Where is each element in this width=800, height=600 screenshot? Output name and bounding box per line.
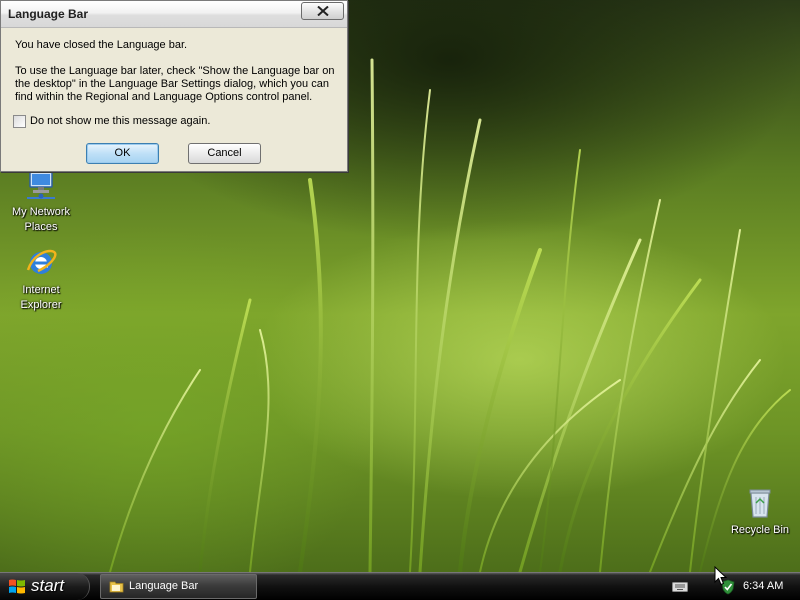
close-icon: [317, 6, 329, 16]
dialog-body: You have closed the Language bar. To use…: [15, 39, 341, 104]
desktop[interactable]: My Network Places Internet Explorer Recy…: [0, 0, 800, 572]
ok-button[interactable]: OK: [86, 143, 159, 164]
network-places-icon: [27, 171, 55, 199]
dialog-titlebar[interactable]: Language Bar: [1, 1, 347, 28]
recycle-bin-icon: [749, 489, 771, 518]
desktop-icon-label: My Network Places: [11, 206, 71, 233]
windows-logo-icon: [9, 579, 25, 594]
dont-show-checkbox[interactable]: [13, 115, 26, 128]
language-bar-dialog: Language Bar You have closed the Languag…: [0, 0, 348, 172]
taskbar-item-label: Language Bar: [129, 580, 199, 592]
desktop-icon-label: Recycle Bin: [730, 524, 790, 536]
start-button[interactable]: start: [0, 573, 90, 600]
dialog-heading: You have closed the Language bar.: [15, 39, 188, 51]
clock[interactable]: 6:34 AM: [743, 580, 783, 592]
start-label: start: [31, 576, 65, 595]
desktop-icon-network-places[interactable]: My Network Places: [3, 168, 79, 235]
desktop-icon-internet-explorer[interactable]: Internet Explorer: [3, 246, 79, 313]
dialog-detail: To use the Language bar later, check "Sh…: [15, 65, 335, 103]
taskbar: start Language Bar 6:34 AM: [0, 572, 800, 600]
cancel-button[interactable]: Cancel: [188, 143, 261, 164]
desktop-icon-label: Internet Explorer: [20, 284, 62, 311]
folder-icon: [109, 581, 124, 593]
keyboard-icon[interactable]: [672, 582, 688, 592]
mouse-cursor-icon: [714, 566, 728, 586]
close-button[interactable]: [301, 2, 344, 20]
system-tray: 6:34 AM: [664, 573, 800, 600]
internet-explorer-icon: [26, 249, 57, 274]
dialog-title: Language Bar: [8, 7, 89, 21]
dont-show-label[interactable]: Do not show me this message again.: [30, 115, 210, 127]
desktop-icon-recycle-bin[interactable]: Recycle Bin: [722, 486, 798, 538]
taskbar-item-language-bar[interactable]: Language Bar: [100, 574, 257, 599]
